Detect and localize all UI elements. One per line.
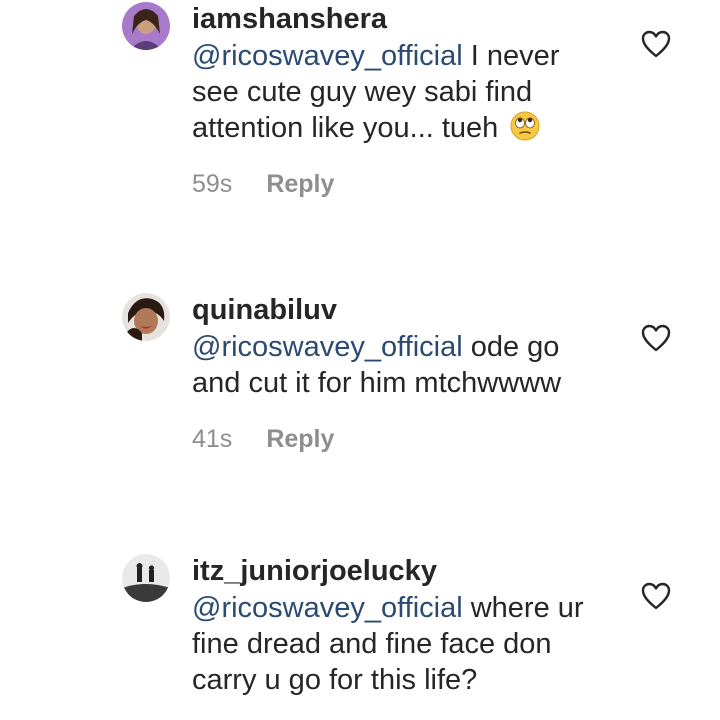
comment-username[interactable]: iamshanshera [192, 2, 612, 36]
comment-text: @ricoswavey_official where ur fine dread… [192, 590, 612, 698]
mention-link[interactable]: @ricoswavey_official [192, 592, 463, 624]
avatar-image [122, 2, 170, 50]
comment-content: itz_juniorjoelucky @ricoswavey_official … [192, 554, 612, 698]
avatar[interactable] [122, 554, 170, 602]
comment-meta: 41s Reply [192, 423, 612, 455]
comment-username[interactable]: itz_juniorjoelucky [192, 554, 612, 588]
comment-timestamp: 41s [192, 425, 233, 453]
heart-outline-icon[interactable] [640, 323, 672, 353]
comment-text: @ricoswavey_official I never see cute gu… [192, 38, 612, 146]
mention-link[interactable]: @ricoswavey_official [192, 331, 463, 363]
comment-text: @ricoswavey_official ode go and cut it f… [192, 329, 612, 401]
comment-content: iamshanshera @ricoswavey_official I neve… [192, 2, 612, 200]
heart-outline-icon[interactable] [640, 29, 672, 59]
comment-content: quinabiluv @ricoswavey_official ode go a… [192, 293, 612, 455]
avatar-image [122, 293, 170, 341]
comment-timestamp: 59s [192, 170, 233, 198]
face-with-rolling-eyes-icon [510, 111, 540, 141]
comment-meta: 59s Reply [192, 168, 612, 200]
comment-username[interactable]: quinabiluv [192, 293, 612, 327]
reply-button[interactable]: Reply [266, 168, 334, 200]
mention-link[interactable]: @ricoswavey_official [192, 40, 463, 72]
avatar-image [122, 554, 170, 602]
avatar[interactable] [122, 293, 170, 341]
avatar[interactable] [122, 2, 170, 50]
reply-button[interactable]: Reply [266, 423, 334, 455]
heart-outline-icon[interactable] [640, 581, 672, 611]
